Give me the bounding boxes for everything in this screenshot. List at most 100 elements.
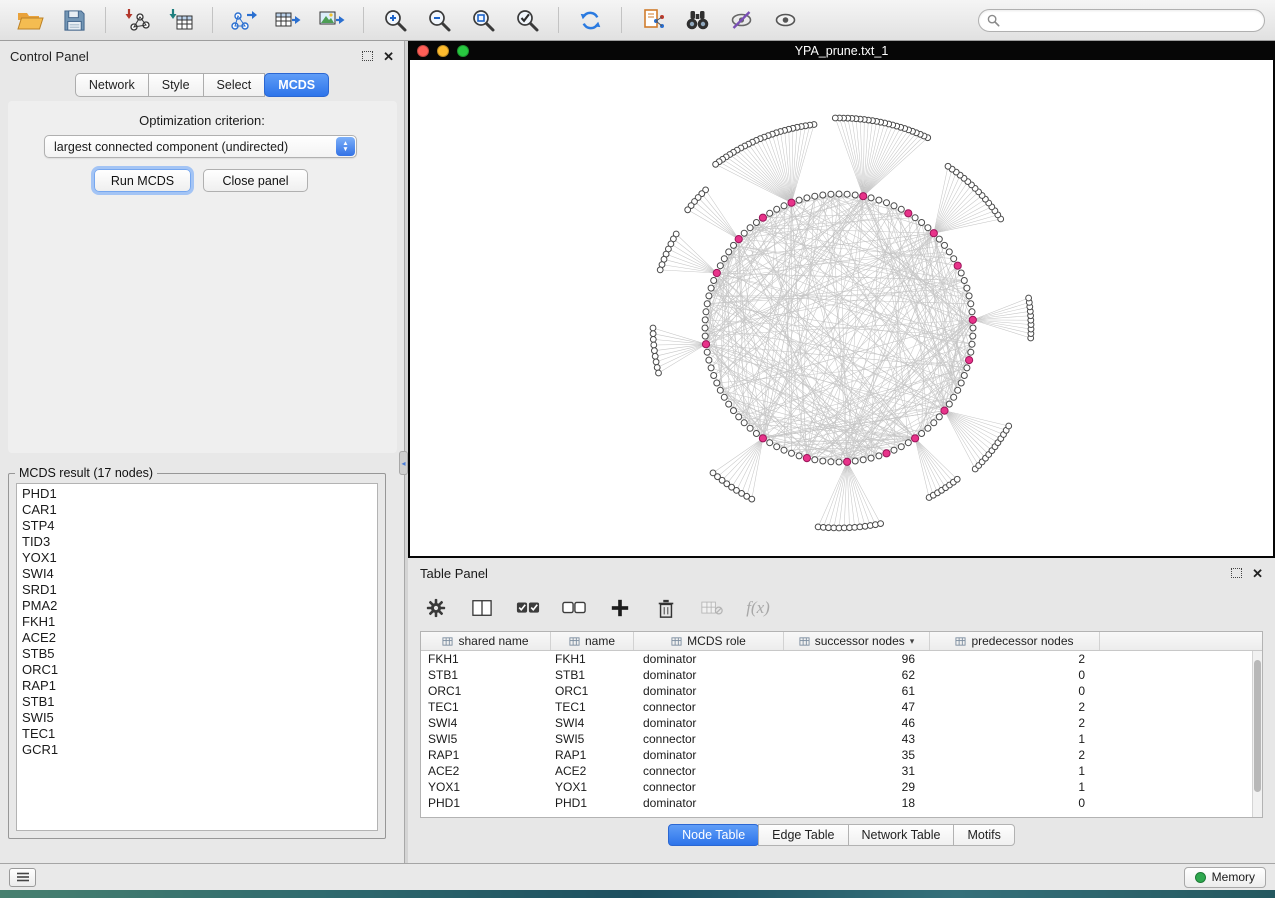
- mcds-result-item[interactable]: TEC1: [17, 726, 377, 742]
- tab-node-table[interactable]: Node Table: [668, 824, 759, 846]
- refresh-icon: [578, 8, 603, 33]
- mcds-result-item[interactable]: YOX1: [17, 550, 377, 566]
- table-row[interactable]: SWI4SWI4dominator462: [421, 715, 1252, 731]
- tab-network[interactable]: Network: [75, 73, 149, 97]
- table-row[interactable]: STB1STB1dominator620: [421, 667, 1252, 683]
- cell: 2: [930, 716, 1100, 730]
- mcds-result-item[interactable]: SWI4: [17, 566, 377, 582]
- main-toolbar: [0, 0, 1275, 41]
- close-panel-icon[interactable]: ✕: [383, 50, 394, 63]
- sort-grid-icon: [955, 636, 966, 647]
- column-header-name[interactable]: name: [551, 632, 634, 650]
- cell: ORC1: [421, 684, 551, 698]
- delete-column-button[interactable]: [654, 596, 678, 620]
- minimize-window-button[interactable]: [437, 45, 449, 57]
- mcds-result-item[interactable]: FKH1: [17, 614, 377, 630]
- search-network-button[interactable]: [677, 4, 717, 36]
- import-network-button[interactable]: [117, 4, 157, 36]
- tab-edge-table[interactable]: Edge Table: [758, 824, 848, 846]
- table-row[interactable]: RAP1RAP1dominator352: [421, 747, 1252, 763]
- cell: 2: [930, 652, 1100, 666]
- close-window-button[interactable]: [417, 45, 429, 57]
- mcds-button-row: Run MCDS Close panel: [0, 169, 404, 193]
- table-row[interactable]: ORC1ORC1dominator610: [421, 683, 1252, 699]
- cell: 0: [930, 796, 1100, 810]
- import-table-button[interactable]: [161, 4, 201, 36]
- close-panel-button[interactable]: Close panel: [203, 169, 308, 192]
- memory-button[interactable]: Memory: [1184, 867, 1266, 888]
- zoom-selected-button[interactable]: [507, 4, 547, 36]
- mcds-result-item[interactable]: STB5: [17, 646, 377, 662]
- column-header-successor-nodes[interactable]: successor nodes▾: [784, 632, 930, 650]
- cell: YOX1: [551, 780, 634, 794]
- mcds-result-item[interactable]: SRD1: [17, 582, 377, 598]
- zoom-fit-button[interactable]: [463, 4, 503, 36]
- tab-style[interactable]: Style: [148, 73, 204, 97]
- mcds-result-item[interactable]: STP4: [17, 518, 377, 534]
- table-scrollbar-thumb[interactable]: [1254, 660, 1261, 792]
- maximize-window-button[interactable]: [457, 45, 469, 57]
- search-box[interactable]: [978, 9, 1265, 32]
- mcds-result-item[interactable]: GCR1: [17, 742, 377, 758]
- table-row[interactable]: PHD1PHD1dominator180: [421, 795, 1252, 811]
- table-row[interactable]: YOX1YOX1connector291: [421, 779, 1252, 795]
- hide-selected-button[interactable]: [721, 4, 761, 36]
- export-table-icon: [275, 8, 301, 32]
- run-mcds-button[interactable]: Run MCDS: [94, 169, 191, 192]
- mcds-result-item[interactable]: TID3: [17, 534, 377, 550]
- tab-motifs[interactable]: Motifs: [953, 824, 1014, 846]
- zoom-out-button[interactable]: [419, 4, 459, 36]
- cell: 1: [930, 780, 1100, 794]
- mcds-result-item[interactable]: ORC1: [17, 662, 377, 678]
- zoom-in-button[interactable]: [375, 4, 415, 36]
- cell: PHD1: [421, 796, 551, 810]
- show-all-button[interactable]: [765, 4, 805, 36]
- control-panel-tab-bar: NetworkStyleSelectMCDS: [0, 73, 404, 97]
- select-all-icon: [516, 599, 540, 617]
- close-table-panel-icon[interactable]: ✕: [1252, 567, 1263, 580]
- tab-network-table[interactable]: Network Table: [848, 824, 955, 846]
- search-input[interactable]: [1005, 13, 1256, 27]
- table-row[interactable]: ACE2ACE2connector311: [421, 763, 1252, 779]
- column-header-MCDS-role[interactable]: MCDS role: [634, 632, 784, 650]
- tab-mcds[interactable]: MCDS: [264, 73, 329, 97]
- export-network-button[interactable]: [224, 4, 264, 36]
- splitter-collapse-button[interactable]: ◂: [399, 451, 408, 475]
- open-session-button[interactable]: [10, 4, 50, 36]
- mcds-result-item[interactable]: SWI5: [17, 710, 377, 726]
- network-canvas[interactable]: [410, 60, 1273, 556]
- table-row[interactable]: FKH1FKH1dominator962: [421, 651, 1252, 667]
- mcds-result-item[interactable]: STB1: [17, 694, 377, 710]
- mcds-result-item[interactable]: ACE2: [17, 630, 377, 646]
- export-image-button[interactable]: [312, 4, 352, 36]
- mcds-result-item[interactable]: PMA2: [17, 598, 377, 614]
- mcds-result-list[interactable]: PHD1CAR1STP4TID3YOX1SWI4SRD1PMA2FKH1ACE2…: [16, 483, 378, 831]
- float-panel-icon[interactable]: [362, 51, 373, 61]
- criterion-dropdown[interactable]: largest connected component (undirected)…: [44, 135, 357, 158]
- columns-icon: [471, 598, 493, 618]
- save-session-button[interactable]: [54, 4, 94, 36]
- toolbar-separator: [105, 7, 106, 33]
- select-all-rows-button[interactable]: [516, 596, 540, 620]
- table-settings-button[interactable]: [424, 596, 448, 620]
- column-chooser-button[interactable]: [470, 596, 494, 620]
- column-header-predecessor-nodes[interactable]: predecessor nodes: [930, 632, 1100, 650]
- deselect-all-rows-button[interactable]: [562, 596, 586, 620]
- refresh-layout-button[interactable]: [570, 4, 610, 36]
- table-panel-header: Table Panel ✕: [408, 558, 1275, 588]
- table-scrollbar[interactable]: [1252, 651, 1262, 817]
- network-graph[interactable]: [410, 60, 1273, 556]
- table-row[interactable]: TEC1TEC1connector472: [421, 699, 1252, 715]
- status-menu-button[interactable]: [9, 868, 36, 887]
- mcds-result-item[interactable]: PHD1: [17, 486, 377, 502]
- export-table-button[interactable]: [268, 4, 308, 36]
- tab-select[interactable]: Select: [203, 73, 266, 97]
- share-document-button[interactable]: [633, 4, 673, 36]
- mcds-result-item[interactable]: CAR1: [17, 502, 377, 518]
- cell: SWI5: [421, 732, 551, 746]
- table-row[interactable]: SWI5SWI5connector431: [421, 731, 1252, 747]
- column-header-shared-name[interactable]: shared name: [421, 632, 551, 650]
- float-table-panel-icon[interactable]: [1231, 568, 1242, 578]
- add-column-button[interactable]: [608, 596, 632, 620]
- mcds-result-item[interactable]: RAP1: [17, 678, 377, 694]
